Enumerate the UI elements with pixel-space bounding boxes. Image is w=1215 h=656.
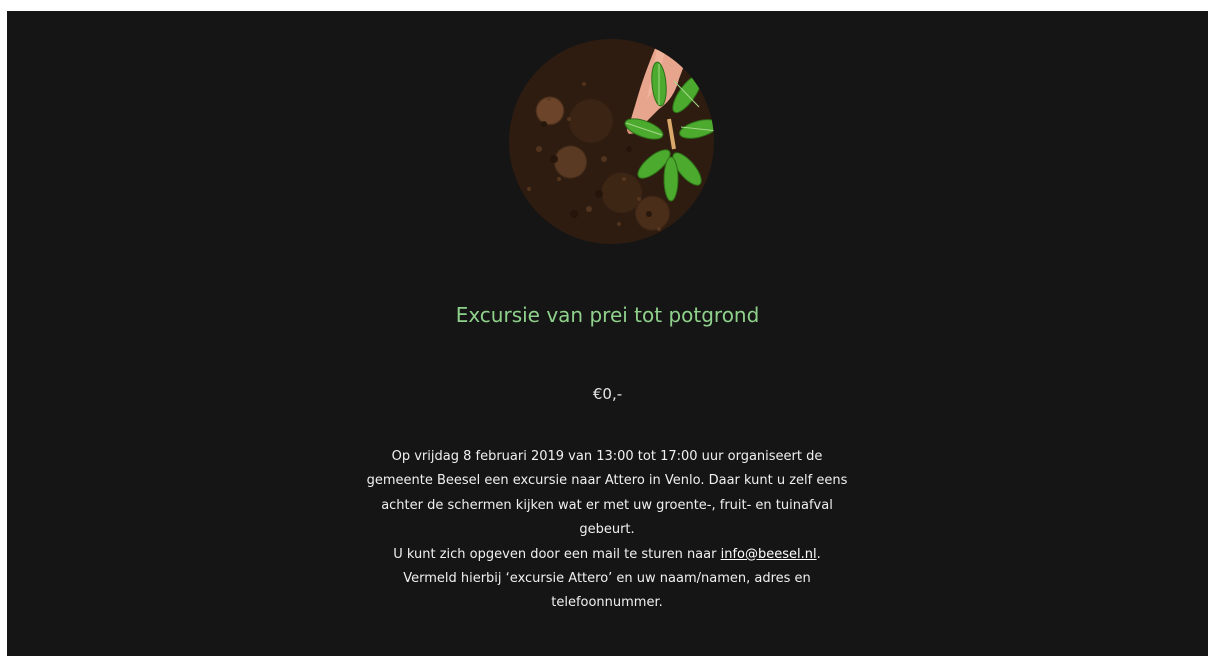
description-text: Vermeld hierbij ‘excursie Attero’ en uw … — [403, 571, 811, 611]
description-text: U kunt zich opgeven door een mail te stu… — [393, 546, 717, 562]
product-title: Excursie van prei tot potgrond — [455, 303, 760, 327]
email-link[interactable]: info@beesel.nl — [721, 547, 817, 562]
seedling-icon — [527, 39, 714, 231]
product-price: €0,- — [592, 385, 623, 403]
description-text: Op vrijdag 8 februari 2019 van 13:00 tot… — [366, 449, 848, 538]
description-text: . — [816, 546, 821, 562]
product-image — [509, 39, 714, 244]
product-description: Op vrijdag 8 februari 2019 van 13:00 tot… — [357, 445, 857, 616]
product-panel: Excursie van prei tot potgrond €0,- Op v… — [7, 11, 1208, 656]
